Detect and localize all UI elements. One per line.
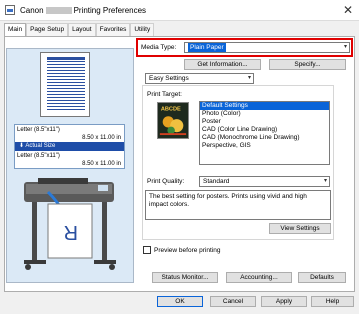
svg-text:ABCDE: ABCDE xyxy=(161,107,181,113)
print-quality-select[interactable]: Standard ▾ xyxy=(199,176,330,187)
list-item[interactable]: Poster xyxy=(200,118,329,126)
status-monitor-button[interactable]: Status Monitor... xyxy=(152,272,218,283)
list-item[interactable]: Photo (Color) xyxy=(200,110,329,118)
accounting-button[interactable]: Accounting... xyxy=(226,272,292,283)
preview-before-printing-label: Preview before printing xyxy=(154,247,221,254)
list-item[interactable]: CAD (Monochrome Line Drawing) xyxy=(200,134,329,142)
preview-before-printing-checkbox[interactable] xyxy=(143,246,151,254)
cancel-button[interactable]: Cancel xyxy=(210,296,256,307)
printer-app-icon xyxy=(5,5,15,15)
page-preview-sheet xyxy=(40,52,90,117)
list-item[interactable]: Perspective, GIS xyxy=(200,142,329,150)
tab-strip: Main Page Setup Layout Favorites Utility xyxy=(4,23,155,37)
actual-size-line: Letter (8.5"x11") xyxy=(17,153,60,159)
list-item[interactable]: CAD (Color Line Drawing) xyxy=(200,126,329,134)
print-target-thumbnail: ABCDE xyxy=(157,102,189,139)
chevron-down-icon: ▾ xyxy=(343,44,347,50)
chevron-down-icon: ▾ xyxy=(323,178,327,184)
view-settings-button[interactable]: View Settings xyxy=(269,223,331,234)
tab-layout[interactable]: Layout xyxy=(68,23,96,36)
print-quality-value: Standard xyxy=(203,178,230,185)
window-title-left: Canon xyxy=(20,6,44,15)
tab-favorites[interactable]: Favorites xyxy=(95,23,131,36)
svg-text:R: R xyxy=(64,221,78,243)
settings-mode-select[interactable]: Easy Settings ▾ xyxy=(145,73,254,84)
list-item[interactable]: Default Settings xyxy=(200,102,329,110)
ok-button[interactable]: OK xyxy=(157,296,203,307)
media-type-value: Plain Paper xyxy=(188,43,226,52)
actual-size-dims: 8.50 x 11.00 in xyxy=(82,161,121,167)
actual-size-label: Actual Size xyxy=(25,143,56,149)
window-title: Canon Printing Preferences xyxy=(20,6,146,15)
print-target-description: The best setting for posters. Prints usi… xyxy=(145,190,331,220)
title-bar: Canon Printing Preferences ✕ xyxy=(0,0,359,21)
defaults-button[interactable]: Defaults xyxy=(298,272,346,283)
window-title-right: Printing Preferences xyxy=(73,6,147,15)
settings-mode-value: Easy Settings xyxy=(149,75,189,82)
paper-size-line: Letter (8.5"x11") xyxy=(17,127,60,133)
media-type-select[interactable]: Plain Paper ▾ xyxy=(184,42,350,53)
get-information-button[interactable]: Get Information... xyxy=(184,59,261,70)
media-type-label: Media Type: xyxy=(141,44,177,51)
actual-size-bar: ⬇ Actual Size xyxy=(15,142,124,151)
print-quality-label: Print Quality: xyxy=(147,178,185,185)
tab-main[interactable]: Main xyxy=(4,23,27,37)
tab-utility[interactable]: Utility xyxy=(130,23,155,36)
paper-size-dims: 8.50 x 11.00 in xyxy=(82,135,121,141)
chevron-down-icon: ▾ xyxy=(247,75,251,81)
tab-page-setup[interactable]: Page Setup xyxy=(26,23,69,36)
specify-button[interactable]: Specify... xyxy=(269,59,346,70)
print-target-list[interactable]: Default Settings Photo (Color) Poster CA… xyxy=(199,101,330,165)
paper-size-info: Letter (8.5"x11") 8.50 x 11.00 in ⬇ Actu… xyxy=(14,124,125,169)
printer-illustration: R xyxy=(24,178,116,270)
help-button[interactable]: Help xyxy=(311,296,354,307)
redacted-printer-name xyxy=(45,7,72,14)
close-icon[interactable]: ✕ xyxy=(343,3,353,17)
print-target-label: Print Target: xyxy=(147,91,182,98)
apply-button[interactable]: Apply xyxy=(261,296,307,307)
